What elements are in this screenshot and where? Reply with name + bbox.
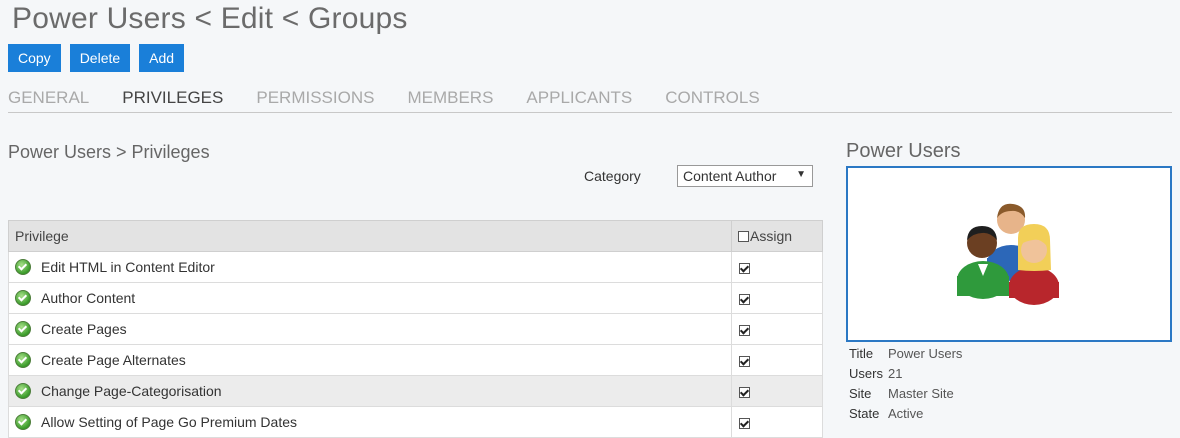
info-value: 21 (888, 366, 903, 381)
info-value: Power Users (888, 346, 963, 361)
tab-bar: GENERAL PRIVILEGES PERMISSIONS MEMBERS A… (8, 86, 1172, 113)
delete-button[interactable]: Delete (69, 44, 131, 72)
assign-checkbox[interactable] (739, 417, 750, 429)
privileges-table: Privilege Assign Edit HTML in Content Ed… (8, 220, 823, 438)
table-header-row: Privilege Assign (8, 220, 823, 252)
table-row: Create Page Alternates (8, 344, 823, 376)
privilege-name: Edit HTML in Content Editor (41, 259, 215, 275)
category-select-value: Content Author (683, 168, 777, 184)
copy-button[interactable]: Copy (8, 44, 61, 72)
info-row-state: State Active (849, 406, 962, 426)
privilege-name: Author Content (41, 290, 136, 306)
assign-checkbox[interactable] (739, 355, 750, 367)
tab-privileges[interactable]: PRIVILEGES (122, 86, 223, 112)
table-row: Create Pages (8, 313, 823, 345)
info-label: State (849, 406, 880, 421)
group-info: Title Power Users Users 21 Site Master S… (849, 346, 962, 426)
check-circle-icon (15, 414, 31, 430)
column-header-assign: Assign (731, 220, 823, 252)
category-select[interactable]: Content Author ▼ (677, 165, 813, 187)
privilege-name: Change Page-Categorisation (41, 383, 222, 399)
info-row-users: Users 21 (849, 366, 962, 386)
table-row: Edit HTML in Content Editor (8, 251, 823, 283)
assign-header-label: Assign (750, 228, 793, 244)
table-row: Author Content (8, 282, 823, 314)
category-label: Category (584, 168, 641, 184)
assign-checkbox[interactable] (739, 293, 750, 305)
check-circle-icon (15, 352, 31, 368)
tab-controls[interactable]: CONTROLS (665, 86, 759, 112)
column-header-privilege: Privilege (8, 220, 732, 252)
info-row-site: Site Master Site (849, 386, 962, 406)
group-heading: Power Users (846, 140, 961, 162)
tab-permissions[interactable]: PERMISSIONS (256, 86, 374, 112)
privilege-name: Create Pages (41, 321, 127, 337)
dropdown-arrow-icon: ▼ (796, 169, 806, 180)
add-button[interactable]: Add (139, 44, 185, 72)
users-group-icon (957, 203, 1059, 305)
assign-all-checkbox[interactable] (738, 230, 749, 242)
info-row-title: Title Power Users (849, 346, 962, 366)
check-circle-icon (15, 321, 31, 337)
info-label: Users (849, 366, 883, 381)
check-circle-icon (15, 259, 31, 275)
privileges-breadcrumb: Power Users > Privileges (8, 142, 210, 162)
check-circle-icon (15, 290, 31, 306)
info-label: Site (849, 386, 872, 401)
tab-members[interactable]: MEMBERS (407, 86, 493, 112)
info-value: Master Site (888, 386, 954, 401)
assign-checkbox[interactable] (739, 324, 750, 336)
privilege-name: Allow Setting of Page Go Premium Dates (41, 414, 298, 430)
info-label: Title (849, 346, 874, 361)
check-circle-icon (15, 383, 31, 399)
info-value: Active (888, 406, 924, 421)
tab-general[interactable]: GENERAL (8, 86, 89, 112)
table-row: Allow Setting of Page Go Premium Dates (8, 406, 823, 438)
assign-checkbox[interactable] (739, 262, 750, 274)
table-row: Change Page-Categorisation (8, 375, 823, 407)
tab-applicants[interactable]: APPLICANTS (526, 86, 632, 112)
group-image (846, 166, 1172, 342)
privilege-name: Create Page Alternates (41, 352, 186, 368)
action-bar: Copy Delete Add (8, 44, 185, 72)
page-title: Power Users < Edit < Groups (12, 2, 408, 35)
assign-checkbox[interactable] (739, 386, 750, 398)
